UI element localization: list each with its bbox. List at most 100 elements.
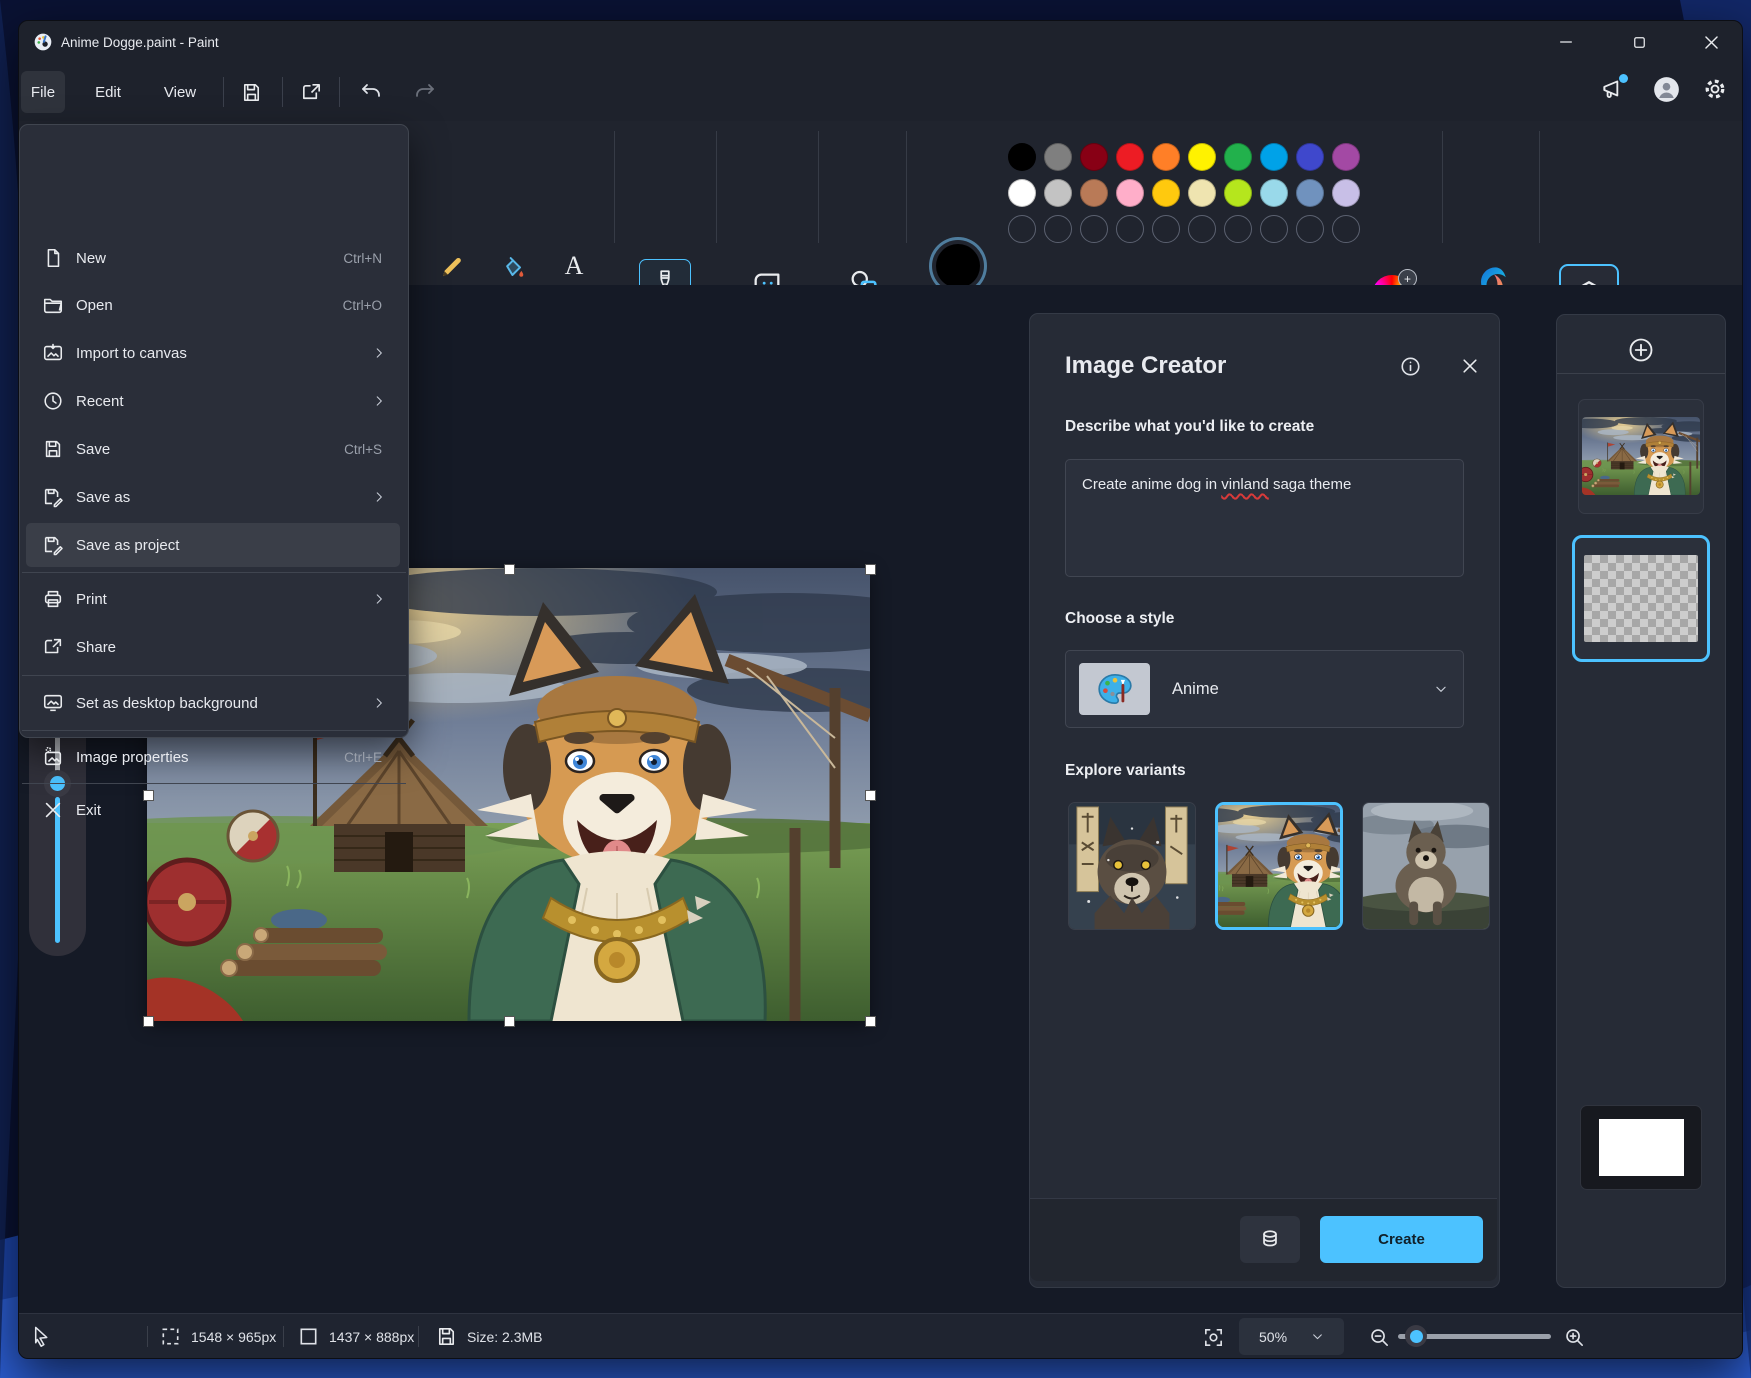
menu-view[interactable]: View <box>153 71 207 113</box>
colour-swatch-empty[interactable] <box>1008 215 1036 243</box>
menu-item-open[interactable]: OpenCtrl+O <box>26 283 400 327</box>
colour-swatch-empty[interactable] <box>1224 215 1252 243</box>
zoom-out-button[interactable] <box>1365 1323 1393 1351</box>
credits-button[interactable] <box>1240 1216 1300 1263</box>
maximize-button[interactable] <box>1619 27 1659 57</box>
announcements-button[interactable] <box>1597 73 1629 105</box>
zoom-in-button[interactable] <box>1560 1323 1588 1351</box>
submenu-chevron-icon <box>372 696 386 710</box>
menu-item-print[interactable]: Print <box>26 577 400 621</box>
redo-button[interactable] <box>411 78 439 106</box>
menu-item-new[interactable]: NewCtrl+N <box>26 236 400 280</box>
file-menu: NewCtrl+N OpenCtrl+O Import to canvas Re… <box>19 124 409 738</box>
colour-swatch[interactable] <box>1008 143 1036 171</box>
menu-item-save[interactable]: SaveCtrl+S <box>26 427 400 471</box>
import-image-icon <box>42 342 64 364</box>
paint-window: Anime Dogge.paint - Paint File Edit View… <box>18 20 1743 1359</box>
close-panel-button[interactable] <box>1456 352 1484 380</box>
colour-swatch[interactable] <box>1260 179 1288 207</box>
variant-thumbnail-2-selected[interactable] <box>1215 802 1343 930</box>
colour-swatch[interactable] <box>1296 143 1324 171</box>
colour-swatch[interactable] <box>1116 143 1144 171</box>
menu-item-save-as-project[interactable]: Save as project <box>26 523 400 567</box>
menu-item-recent[interactable]: Recent <box>26 379 400 423</box>
recent-clock-icon <box>42 390 64 412</box>
colour-swatch-empty[interactable] <box>1152 215 1180 243</box>
colour-swatch[interactable] <box>1332 143 1360 171</box>
selection-handle-bottom-left[interactable] <box>143 1016 154 1027</box>
colour-swatch[interactable] <box>1224 179 1252 207</box>
prompt-input[interactable]: Create anime dog in vinland saga theme <box>1065 459 1464 577</box>
menu-item-save-as[interactable]: Save as <box>26 475 400 519</box>
colour-swatch-empty[interactable] <box>1332 215 1360 243</box>
text-tool[interactable]: A <box>559 251 589 281</box>
colour-swatch[interactable] <box>1116 179 1144 207</box>
menu-item-import-to-canvas[interactable]: Import to canvas <box>26 331 400 375</box>
variant-2-dog-landscape-image <box>1218 805 1340 927</box>
menu-item-share[interactable]: Share <box>26 625 400 669</box>
submenu-chevron-icon <box>372 490 386 504</box>
colour-swatch-empty[interactable] <box>1080 215 1108 243</box>
colour-swatch[interactable] <box>1224 143 1252 171</box>
menu-item-image-properties[interactable]: Image propertiesCtrl+E <box>26 735 400 779</box>
selection-handle-top-center[interactable] <box>504 564 515 575</box>
style-dropdown[interactable]: Anime <box>1065 650 1464 728</box>
info-icon[interactable] <box>1396 352 1424 380</box>
minimize-button[interactable] <box>1546 27 1586 57</box>
undo-button[interactable] <box>357 78 385 106</box>
new-document-icon <box>42 247 64 269</box>
colour-swatch-empty[interactable] <box>1296 215 1324 243</box>
layer-2-selected[interactable] <box>1572 535 1710 662</box>
variant-thumbnail-3[interactable] <box>1362 802 1490 930</box>
coins-icon <box>1257 1227 1283 1253</box>
colour-swatch-empty[interactable] <box>1260 215 1288 243</box>
colour-swatch[interactable] <box>1008 179 1036 207</box>
menu-edit[interactable]: Edit <box>83 71 133 113</box>
colour-swatch[interactable] <box>1296 179 1324 207</box>
close-button[interactable] <box>1691 27 1731 57</box>
layer-1[interactable] <box>1578 399 1704 514</box>
selection-handle-bottom-center[interactable] <box>504 1016 515 1027</box>
colour-swatch[interactable] <box>1188 143 1216 171</box>
menu-file[interactable]: File <box>21 71 65 113</box>
layers-panel <box>1556 314 1726 1288</box>
colour-swatch[interactable] <box>1080 143 1108 171</box>
selection-handle-mid-right[interactable] <box>865 790 876 801</box>
share-button[interactable] <box>297 78 325 106</box>
zoom-level-value: 50% <box>1259 1314 1287 1359</box>
colour-swatch-empty[interactable] <box>1188 215 1216 243</box>
colour-swatch-empty[interactable] <box>1044 215 1072 243</box>
colour-swatch[interactable] <box>1332 179 1360 207</box>
variant-thumbnail-1[interactable] <box>1068 802 1196 930</box>
colour-swatch[interactable] <box>1080 179 1108 207</box>
colour-swatch[interactable] <box>1188 179 1216 207</box>
colour-swatch-empty[interactable] <box>1116 215 1144 243</box>
account-button[interactable] <box>1650 73 1682 105</box>
settings-button[interactable] <box>1699 73 1731 105</box>
selection-size-value: 1548 × 965px <box>191 1314 276 1359</box>
menu-item-set-as-desktop-background[interactable]: Set as desktop background <box>26 681 400 725</box>
background-layer-thumbnail <box>1599 1119 1684 1176</box>
add-layer-button[interactable] <box>1626 335 1656 365</box>
fill-tool[interactable] <box>498 253 528 283</box>
colour-swatch[interactable] <box>1152 143 1180 171</box>
colour-swatch[interactable] <box>1152 179 1180 207</box>
zoom-slider-thumb[interactable] <box>1405 1325 1427 1347</box>
create-button[interactable]: Create <box>1320 1216 1483 1263</box>
prompt-text: Create anime dog in <box>1082 476 1221 493</box>
pencil-tool[interactable] <box>436 253 466 283</box>
primary-colour-swatch[interactable] <box>936 244 980 288</box>
zoom-level-dropdown[interactable]: 50% <box>1239 1318 1344 1355</box>
palette-icon <box>1095 669 1135 709</box>
fit-to-screen-button[interactable] <box>1199 1323 1227 1351</box>
desktop-background-icon <box>42 692 64 714</box>
colour-swatch[interactable] <box>1044 143 1072 171</box>
selection-handle-bottom-right[interactable] <box>865 1016 876 1027</box>
colour-swatch[interactable] <box>1044 179 1072 207</box>
notification-dot <box>1619 74 1628 83</box>
background-layer[interactable] <box>1580 1105 1702 1190</box>
selection-handle-top-right[interactable] <box>865 564 876 575</box>
menu-item-exit[interactable]: Exit <box>26 788 400 832</box>
save-button[interactable] <box>237 78 265 106</box>
colour-swatch[interactable] <box>1260 143 1288 171</box>
